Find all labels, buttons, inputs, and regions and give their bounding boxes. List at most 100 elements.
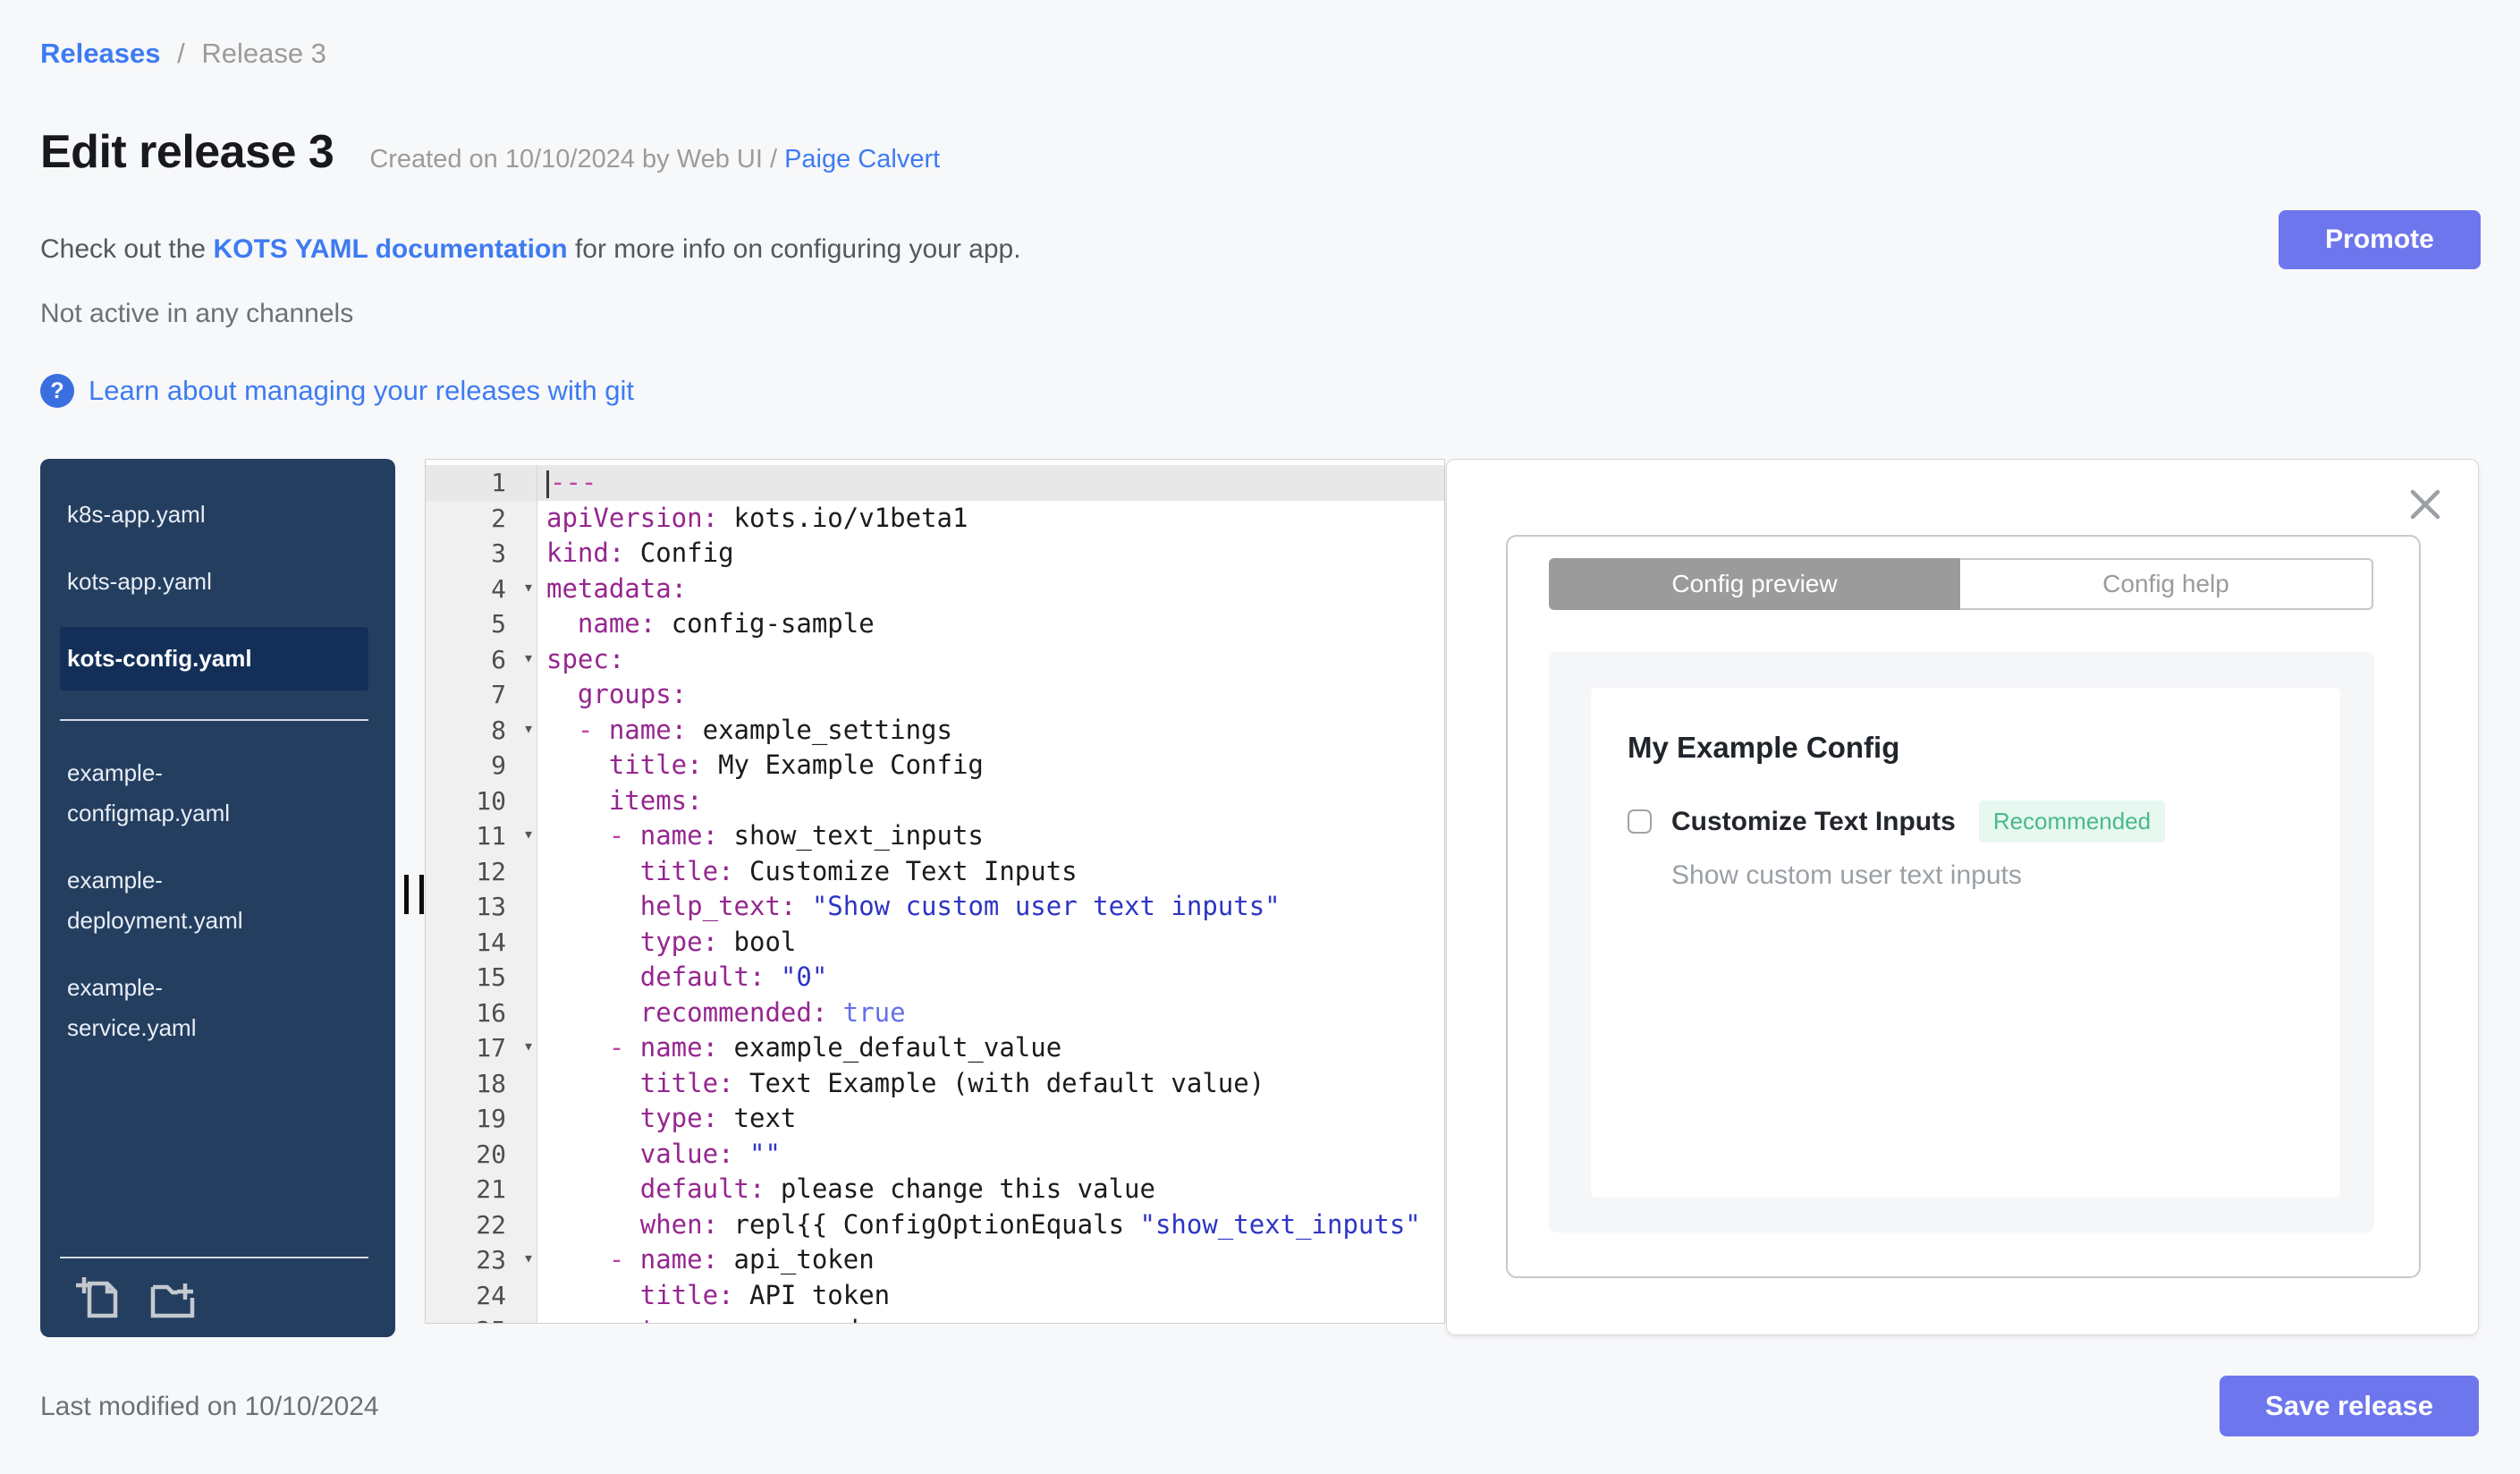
code-line[interactable]: 15 default: "0" xyxy=(426,960,1444,995)
file-item[interactable]: example-deployment.yaml xyxy=(60,859,368,943)
code-line[interactable]: 5 name: config-sample xyxy=(426,606,1444,642)
code-text[interactable]: title: Text Example (with default value) xyxy=(537,1066,1444,1102)
code-text[interactable]: recommended: true xyxy=(537,995,1444,1031)
code-text[interactable]: spec: xyxy=(537,642,1444,678)
git-help-row: ? Learn about managing your releases wit… xyxy=(40,374,634,408)
code-text[interactable]: default: please change this value xyxy=(537,1172,1444,1207)
code-text[interactable]: title: API token xyxy=(537,1278,1444,1314)
code-text[interactable]: type: password xyxy=(537,1313,1444,1323)
code-text[interactable]: help_text: "Show custom user text inputs… xyxy=(537,889,1444,925)
config-item-row: Customize Text Inputs Recommended xyxy=(1628,801,2304,843)
text-cursor xyxy=(546,470,549,498)
breadcrumb: Releases / Release 3 xyxy=(40,38,326,70)
code-text[interactable]: title: My Example Config xyxy=(537,748,1444,784)
file-list: k8s-app.yaml kots-app.yaml kots-config.yam… xyxy=(40,459,395,1050)
code-line[interactable]: 9 title: My Example Config xyxy=(426,748,1444,784)
save-release-button[interactable]: Save release xyxy=(2220,1376,2479,1436)
line-number: 2 xyxy=(426,500,537,536)
code-line[interactable]: 8 ▾ - name: example_settings xyxy=(426,711,1444,749)
code-text[interactable]: title: Customize Text Inputs xyxy=(537,854,1444,890)
code-line[interactable]: 6 ▾ spec: xyxy=(426,640,1444,678)
config-preview-wrapper: Config preview Config help My Example Con… xyxy=(1506,535,2421,1278)
file-sidebar: k8s-app.yaml kots-app.yaml kots-config.yam… xyxy=(40,459,395,1337)
file-item[interactable]: example-service.yaml xyxy=(60,966,368,1050)
config-group-card: My Example Config Customize Text Inputs … xyxy=(1591,688,2340,1198)
fold-arrow-icon[interactable]: ▾ xyxy=(523,570,534,606)
code-text[interactable]: - name: example_default_value xyxy=(537,1030,1444,1066)
new-folder-icon[interactable] xyxy=(146,1273,196,1323)
config-item-help-text: Show custom user text inputs xyxy=(1671,860,2022,890)
new-file-icon[interactable] xyxy=(74,1273,124,1323)
code-line[interactable]: 3 kind: Config xyxy=(426,536,1444,572)
fold-arrow-icon[interactable]: ▾ xyxy=(523,1029,534,1064)
code-text[interactable]: value: "" xyxy=(537,1137,1444,1173)
code-text[interactable]: kind: Config xyxy=(537,536,1444,572)
breadcrumb-releases-link[interactable]: Releases xyxy=(40,38,160,69)
code-line[interactable]: 13 help_text: "Show custom user text inp… xyxy=(426,889,1444,925)
code-text[interactable]: name: config-sample xyxy=(537,606,1444,642)
code-line[interactable]: 23 ▾ - name: api_token xyxy=(426,1242,1444,1278)
file-item[interactable]: k8s-app.yaml xyxy=(60,493,368,537)
code-line[interactable]: 4 ▾ metadata: xyxy=(426,570,1444,607)
recommended-badge: Recommended xyxy=(1978,801,2166,843)
code-text[interactable]: type: bool xyxy=(537,925,1444,961)
code-line[interactable]: 20 value: "" xyxy=(426,1136,1444,1173)
code-text[interactable]: items: xyxy=(537,784,1444,819)
file-item[interactable]: kots-config.yaml xyxy=(60,627,368,690)
git-help-link[interactable]: Learn about managing your releases with … xyxy=(89,375,634,407)
code-line[interactable]: 24 title: API token xyxy=(426,1277,1444,1314)
code-line[interactable]: 16 recommended: true xyxy=(426,995,1444,1031)
code-text[interactable]: apiVersion: kots.io/v1beta1 xyxy=(537,501,1444,537)
code-line[interactable]: 22 when: repl{{ ConfigOptionEquals "show… xyxy=(426,1207,1444,1243)
yaml-code-editor[interactable]: 1 --- 2 apiVersion: kots.io/v1beta1 3 kind: C… xyxy=(425,459,1445,1324)
created-author-link[interactable]: Paige Calvert xyxy=(784,145,940,174)
tab-config-preview[interactable]: Config preview xyxy=(1549,558,1960,610)
code-line[interactable]: 10 items: xyxy=(426,783,1444,819)
code-line[interactable]: 1 --- xyxy=(426,465,1444,501)
customize-text-inputs-checkbox[interactable] xyxy=(1628,809,1652,834)
code-text[interactable]: - name: example_settings xyxy=(537,713,1444,749)
code-line[interactable]: 19 type: text xyxy=(426,1101,1444,1137)
fold-arrow-icon[interactable]: ▾ xyxy=(523,1241,534,1276)
line-number: 6 ▾ xyxy=(426,640,537,677)
fold-arrow-icon[interactable]: ▾ xyxy=(523,817,534,852)
line-number: 11 ▾ xyxy=(426,818,537,854)
page-title: Edit release 3 xyxy=(40,126,334,178)
tab-config-help[interactable]: Config help xyxy=(1960,558,2373,610)
line-number: 10 xyxy=(426,783,537,818)
code-line[interactable]: 12 title: Customize Text Inputs xyxy=(426,853,1444,890)
code-line[interactable]: 25 type: password xyxy=(426,1313,1444,1323)
channel-status: Not active in any channels xyxy=(40,299,354,328)
code-line[interactable]: 11 ▾ - name: show_text_inputs xyxy=(426,818,1444,854)
breadcrumb-separator: / xyxy=(177,38,185,69)
code-text[interactable]: --- xyxy=(537,465,1444,501)
line-number: 16 xyxy=(426,995,537,1030)
close-icon[interactable] xyxy=(2406,485,2445,524)
code-line[interactable]: 2 apiVersion: kots.io/v1beta1 xyxy=(426,500,1444,537)
fold-arrow-icon[interactable]: ▾ xyxy=(523,640,534,676)
edit-release-page: { "breadcrumb": { "link_label": "Release… xyxy=(0,0,2520,1474)
kots-yaml-doc-link[interactable]: KOTS YAML documentation xyxy=(213,234,567,264)
line-number: 4 ▾ xyxy=(426,570,537,606)
code-text[interactable]: default: "0" xyxy=(537,960,1444,995)
code-text[interactable]: - name: show_text_inputs xyxy=(537,818,1444,854)
file-list-divider xyxy=(60,719,368,721)
line-number: 1 xyxy=(426,465,537,501)
code-line[interactable]: 14 type: bool xyxy=(426,924,1444,961)
code-text[interactable]: groups: xyxy=(537,677,1444,713)
fold-arrow-icon[interactable]: ▾ xyxy=(523,711,534,747)
code-line[interactable]: 17 ▾ - name: example_default_value xyxy=(426,1030,1444,1066)
line-number: 22 xyxy=(426,1207,537,1242)
code-text[interactable]: when: repl{{ ConfigOptionEquals "show_te… xyxy=(537,1207,1444,1243)
file-item[interactable]: example-configmap.yaml xyxy=(60,751,368,835)
resize-handle-left[interactable] xyxy=(404,875,424,914)
promote-button[interactable]: Promote xyxy=(2279,210,2481,269)
help-icon: ? xyxy=(40,374,74,408)
file-item[interactable]: kots-app.yaml xyxy=(60,560,368,604)
code-line[interactable]: 18 title: Text Example (with default val… xyxy=(426,1065,1444,1102)
code-text[interactable]: type: text xyxy=(537,1101,1444,1137)
code-line[interactable]: 7 groups: xyxy=(426,677,1444,713)
code-line[interactable]: 21 default: please change this value xyxy=(426,1172,1444,1207)
code-text[interactable]: metadata: xyxy=(537,572,1444,607)
code-text[interactable]: - name: api_token xyxy=(537,1242,1444,1278)
